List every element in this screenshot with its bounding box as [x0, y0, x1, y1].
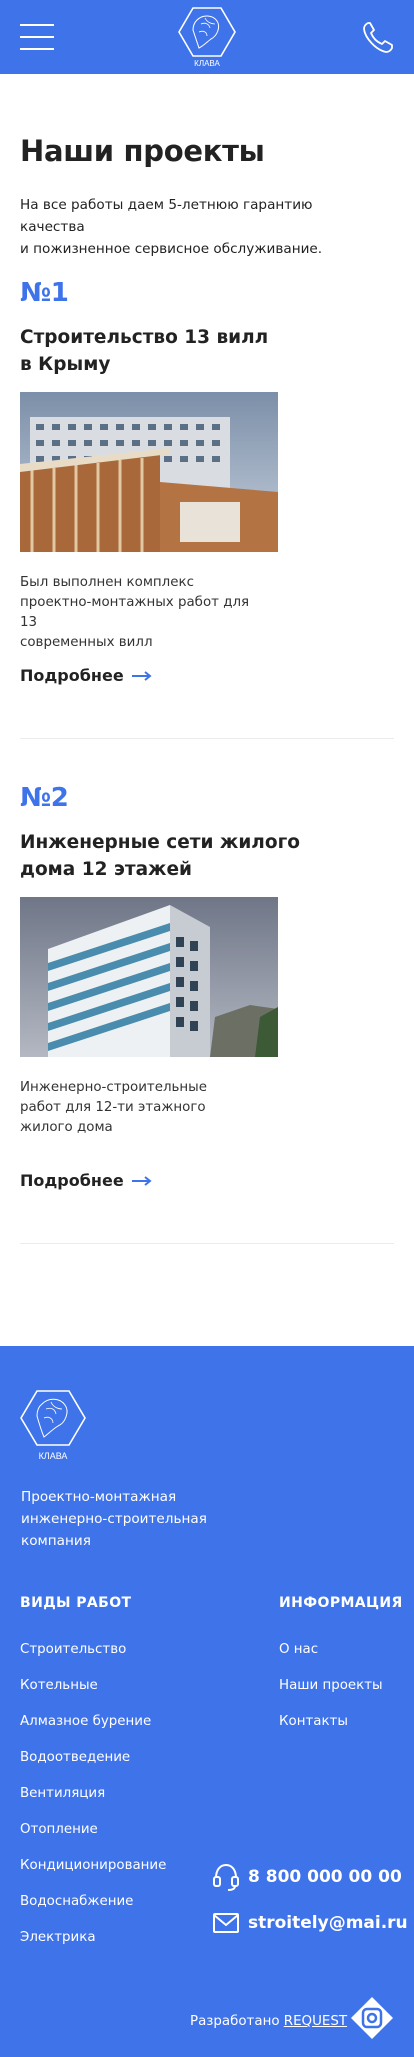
tagline-line: инженерно-строительная — [21, 1511, 207, 1527]
more-link[interactable]: Подробнее — [20, 666, 152, 685]
more-link[interactable]: Подробнее — [20, 1171, 152, 1190]
info-list: О нас Наши проекты Контакты — [279, 1640, 383, 1748]
project-card: №1 Строительство 13 вилл в Крыму Был вып… — [20, 278, 394, 739]
divider — [20, 1243, 394, 1244]
footer-email-link[interactable]: stroitely@mai.ru — [212, 1912, 408, 1934]
developer-logo-icon[interactable] — [350, 1996, 394, 2040]
works-item[interactable]: Кондиционирование — [20, 1856, 166, 1892]
footer-logo-icon[interactable]: КЛАВА — [18, 1388, 88, 1462]
arrow-right-icon — [131, 670, 152, 681]
project-description: Инженерно-строительные работ для 12-ти э… — [20, 1078, 260, 1138]
logo-icon[interactable]: КЛАВА — [177, 6, 237, 68]
tagline-line: Проектно-монтажная — [21, 1489, 177, 1505]
tagline-line: компания — [21, 1533, 91, 1549]
project-image-highrise — [20, 897, 278, 1057]
desc-line: проектно-монтажных работ для 13 — [20, 595, 250, 630]
works-list: Строительство Котельные Алмазное бурение… — [20, 1640, 166, 1964]
works-item[interactable]: Водоотведение — [20, 1748, 166, 1784]
title-line: Инженерные сети жилого — [20, 832, 300, 853]
title-line: Строительство 13 вилл — [20, 327, 269, 348]
project-title: Строительство 13 вилл в Крыму — [20, 324, 320, 378]
info-item[interactable]: Наши проекты — [279, 1676, 383, 1712]
footer-phone: 8 800 000 00 00 — [248, 1867, 402, 1887]
footer: КЛАВА Проектно-монтажная инженерно-строи… — [0, 1346, 414, 2057]
project-title: Инженерные сети жилого дома 12 этажей — [20, 829, 320, 883]
intro-line: и пожизненное сервисное обслуживание. — [20, 241, 323, 257]
developer-prefix: Разработано — [190, 2014, 280, 2029]
headset-icon — [213, 1863, 239, 1891]
hamburger-menu-icon[interactable] — [20, 24, 54, 50]
desc-line: работ для 12-ти этажного — [20, 1100, 206, 1115]
works-item[interactable]: Строительство — [20, 1640, 166, 1676]
title-line: дома 12 этажей — [20, 859, 192, 880]
more-label: Подробнее — [20, 666, 124, 685]
top-header: КЛАВА — [0, 0, 414, 74]
info-item[interactable]: Контакты — [279, 1712, 383, 1748]
works-item[interactable]: Отопление — [20, 1820, 166, 1856]
title-line: в Крыму — [20, 354, 111, 375]
works-item[interactable]: Вентиляция — [20, 1784, 166, 1820]
logo-text: КЛАВА — [194, 59, 220, 68]
page-title: Наши проекты — [20, 134, 265, 168]
works-item[interactable]: Электрика — [20, 1928, 166, 1964]
page-intro: На все работы даем 5-летнюю гарантию кач… — [20, 194, 380, 260]
footer-logo-text: КЛАВА — [39, 1451, 68, 1461]
more-label: Подробнее — [20, 1171, 124, 1190]
works-title: ВИДЫ РАБОТ — [20, 1595, 132, 1611]
footer-tagline: Проектно-монтажная инженерно-строительна… — [21, 1486, 221, 1552]
info-item[interactable]: О нас — [279, 1640, 383, 1676]
project-description: Был выполнен комплекс проектно-монтажных… — [20, 573, 260, 653]
works-item[interactable]: Водоснабжение — [20, 1892, 166, 1928]
mail-icon — [213, 1913, 239, 1933]
developer-link[interactable]: REQUEST — [284, 2014, 347, 2029]
footer-email: stroitely@mai.ru — [248, 1913, 408, 1933]
project-image-villas — [20, 392, 278, 552]
info-title: ИНФОРМАЦИЯ — [279, 1595, 403, 1611]
project-number: №2 — [20, 783, 69, 813]
phone-icon[interactable] — [362, 20, 394, 54]
desc-line: Был выполнен комплекс — [20, 575, 194, 590]
divider — [20, 738, 394, 739]
project-number: №1 — [20, 278, 69, 308]
works-item[interactable]: Котельные — [20, 1676, 166, 1712]
desc-line: жилого дома — [20, 1120, 113, 1135]
desc-line: Инженерно-строительные — [20, 1080, 207, 1095]
intro-line: На все работы даем 5-летнюю гарантию кач… — [20, 197, 313, 235]
arrow-right-icon — [131, 1175, 152, 1186]
developer-credit: Разработано REQUEST — [190, 2014, 347, 2029]
works-item[interactable]: Алмазное бурение — [20, 1712, 166, 1748]
footer-phone-link[interactable]: 8 800 000 00 00 — [212, 1862, 402, 1892]
desc-line: современных вилл — [20, 635, 153, 650]
project-card: №2 Инженерные сети жилого дома 12 этажей — [20, 783, 394, 1244]
